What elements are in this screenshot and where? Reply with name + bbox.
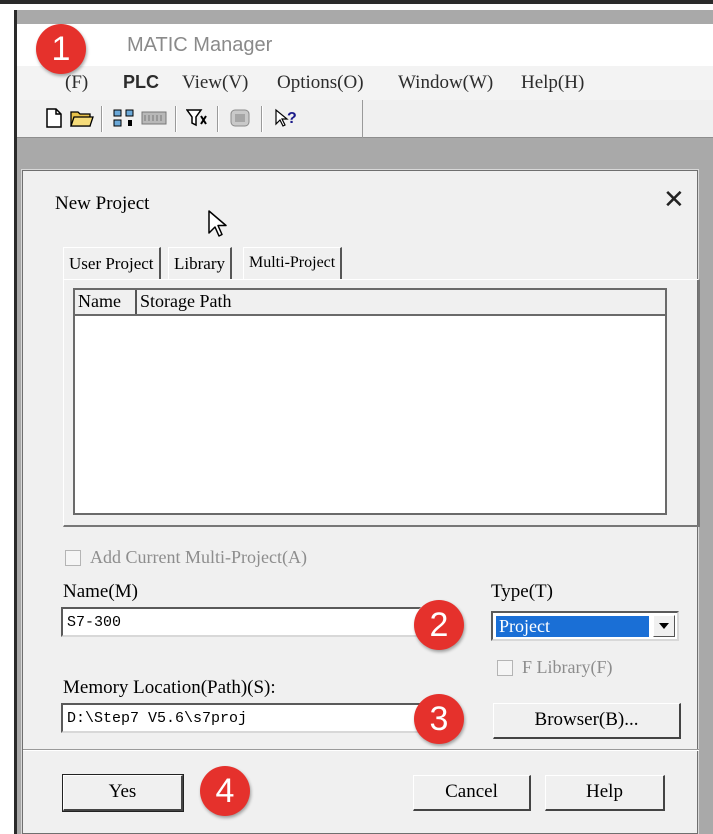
window-top-edge: [0, 0, 713, 4]
type-select[interactable]: Project: [491, 611, 679, 641]
list-header: Name Storage Path: [75, 290, 665, 316]
toolbar-separator: [101, 106, 103, 132]
column-storage-path[interactable]: Storage Path: [137, 290, 665, 314]
toolbar: ?: [17, 100, 713, 138]
add-multi-project-option: Add Current Multi-Project(A): [65, 547, 307, 568]
menu-options[interactable]: Options(O): [277, 72, 364, 94]
annotation-badge-2: 2: [414, 600, 464, 650]
close-icon[interactable]: ✕: [663, 185, 685, 215]
annotation-badge-4: 4: [200, 766, 250, 816]
name-field[interactable]: S7-300: [61, 607, 421, 637]
new-file-icon[interactable]: [41, 106, 67, 130]
dropdown-arrow-icon[interactable]: [653, 615, 675, 637]
type-label: Type(T): [491, 581, 553, 602]
tab-user-project[interactable]: User Project: [63, 247, 161, 279]
f-library-option: F Library(F): [497, 657, 612, 678]
f-library-label: F Library(F): [522, 657, 613, 677]
menu-plc[interactable]: PLC: [123, 72, 159, 93]
network-icon[interactable]: [111, 106, 137, 130]
help-button[interactable]: Help: [545, 775, 665, 811]
help-pointer-icon[interactable]: ?: [273, 106, 299, 130]
window-title: MATIC Manager: [127, 34, 273, 56]
toolbar-separator: [175, 106, 177, 132]
project-list[interactable]: Name Storage Path: [73, 288, 667, 515]
name-label: Name(M): [63, 581, 138, 602]
browser-button[interactable]: Browser(B)...: [493, 703, 681, 739]
open-folder-icon[interactable]: [69, 106, 95, 130]
title-bar: MATIC Manager: [17, 24, 713, 66]
memory-location-field[interactable]: D:\Step7 V5.6\s7proj: [61, 703, 421, 733]
menu-view[interactable]: View(V): [182, 72, 248, 94]
add-multi-project-label: Add Current Multi-Project(A): [90, 547, 307, 567]
cancel-button[interactable]: Cancel: [413, 775, 531, 811]
tab-library[interactable]: Library: [168, 247, 232, 279]
mouse-cursor-icon: [207, 209, 229, 244]
menu-bar: (F) PLC View(V) Options(O) Window(W) Hel…: [17, 66, 713, 100]
new-project-dialog: New Project ✕ User Project Library Multi…: [22, 170, 700, 834]
f-library-checkbox[interactable]: [497, 659, 513, 676]
column-name[interactable]: Name: [75, 290, 137, 314]
tab-multi-project[interactable]: Multi-Project: [243, 247, 343, 279]
svg-text:?: ?: [287, 110, 297, 127]
annotation-badge-3: 3: [414, 694, 464, 744]
user-project-panel: Name Storage Path: [63, 279, 700, 527]
yes-button[interactable]: Yes: [63, 775, 183, 811]
filter-icon[interactable]: [185, 106, 211, 130]
menu-help[interactable]: Help(H): [521, 72, 584, 94]
toolbar-separator: [261, 106, 263, 132]
annotation-badge-1: 1: [36, 24, 86, 74]
plc-module-icon[interactable]: [141, 106, 167, 130]
type-selected-value: Project: [496, 616, 649, 637]
add-multi-project-checkbox[interactable]: [65, 549, 81, 566]
menu-window[interactable]: Window(W): [398, 72, 493, 94]
simulation-icon[interactable]: [227, 106, 253, 130]
dialog-divider: [23, 749, 699, 751]
dialog-title: New Project: [55, 193, 150, 214]
menu-file[interactable]: (F): [65, 72, 88, 94]
toolbar-end-divider: [362, 100, 363, 138]
memory-location-label: Memory Location(Path)(S):: [63, 677, 276, 698]
toolbar-separator: [217, 106, 219, 132]
